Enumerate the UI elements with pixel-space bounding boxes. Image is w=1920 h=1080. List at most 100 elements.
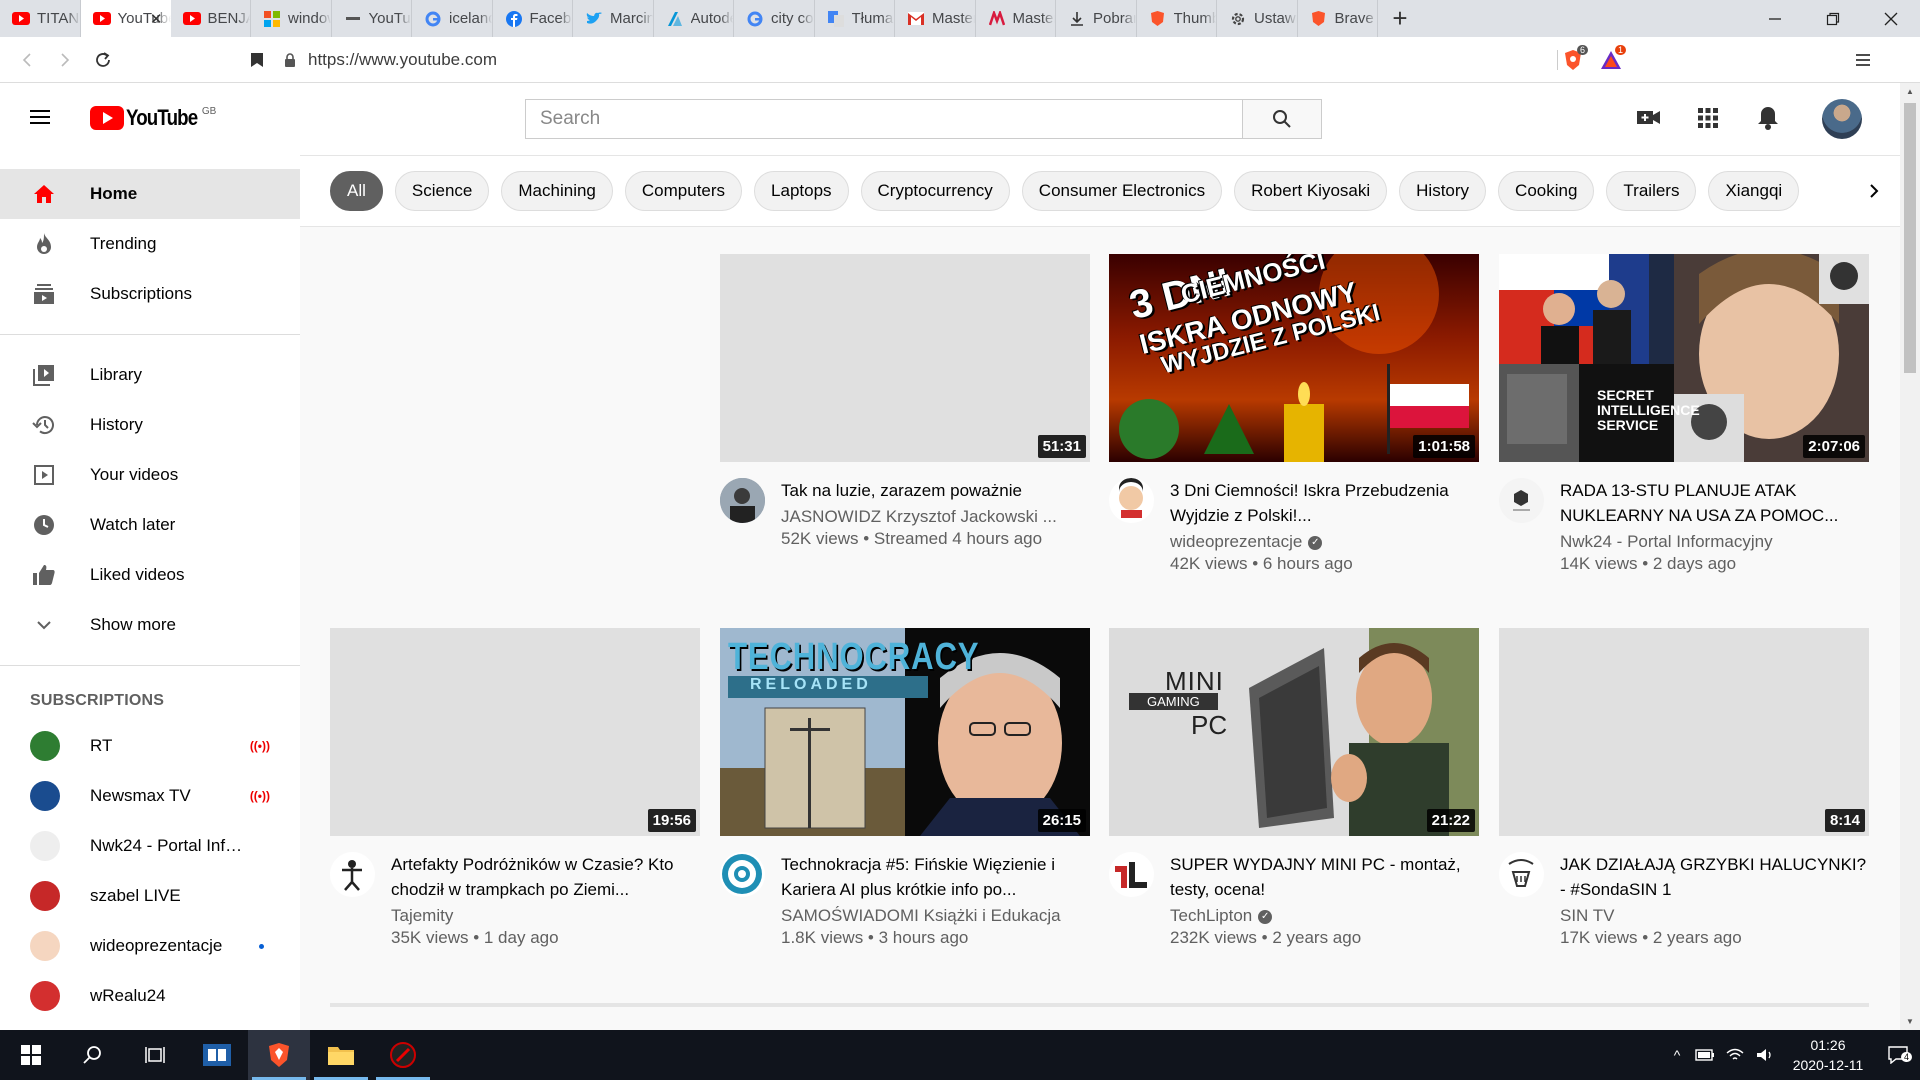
sidebar-item-liked-videos[interactable]: Liked videos	[0, 550, 300, 600]
action-center-button[interactable]: 4	[1876, 1046, 1920, 1064]
sidebar-item-library[interactable]: Library	[0, 350, 300, 400]
taskbar-app-store[interactable]	[186, 1030, 248, 1080]
subscription-item[interactable]: wRealu24	[0, 971, 300, 1021]
close-tab-icon[interactable]: ✕	[150, 10, 163, 28]
chip-xiangqi[interactable]: Xiangqi	[1708, 171, 1800, 211]
subscription-item[interactable]: szabel LIVE	[0, 871, 300, 921]
scroll-up-icon[interactable]: ▲	[1906, 87, 1914, 96]
channel-name[interactable]: wideoprezentacje ✓	[1170, 532, 1470, 552]
video-card[interactable]: MINI GAMING PC 21:22 SUPER WYDAJNY MINI …	[1109, 628, 1479, 948]
subscription-item[interactable]: Newsmax TV ((•))	[0, 771, 300, 821]
brave-shields-icon[interactable]: 6	[1558, 45, 1588, 75]
create-video-icon[interactable]	[1636, 105, 1662, 129]
chip-consumer-electronics[interactable]: Consumer Electronics	[1021, 171, 1223, 211]
video-title[interactable]: 3 Dni Ciemności! Iskra Przebudzenia Wyjd…	[1170, 478, 1479, 528]
chip-laptops[interactable]: Laptops	[754, 171, 849, 211]
brave-rewards-icon[interactable]: 1	[1596, 45, 1626, 75]
start-button[interactable]	[0, 1030, 62, 1080]
subscription-item[interactable]: wideoprezentacje	[0, 921, 300, 971]
video-card[interactable]: SECRET INTELLIGENCE SERVICE 2:07:06 RADA…	[1499, 254, 1869, 574]
taskbar-brave[interactable]	[248, 1030, 310, 1080]
video-title[interactable]: Tak na luzie, zarazem poważnie	[781, 478, 1081, 503]
scroll-down-icon[interactable]: ▼	[1906, 1017, 1914, 1026]
notifications-bell-icon[interactable]	[1756, 105, 1780, 131]
browser-tab[interactable]: YouTube✕	[80, 0, 171, 37]
video-title[interactable]: RADA 13-STU PLANUJE ATAK NUKLEARNY NA US…	[1560, 478, 1869, 528]
chip-history[interactable]: History	[1399, 171, 1487, 211]
video-thumbnail[interactable]: SECRET INTELLIGENCE SERVICE 2:07:06	[1499, 254, 1869, 462]
channel-name[interactable]: SAMOŚWIADOMI Książki i Edukacja	[781, 906, 1081, 926]
scrollbar-thumb[interactable]	[1904, 103, 1916, 373]
chip-computers[interactable]: Computers	[624, 171, 743, 211]
chip-robert-kiyosaki[interactable]: Robert Kiyosaki	[1234, 171, 1388, 211]
new-tab-button[interactable]: +	[1378, 0, 1422, 37]
taskbar-clock[interactable]: 01:26 2020-12-11	[1780, 1035, 1876, 1075]
channel-avatar[interactable]	[1109, 852, 1154, 897]
video-thumbnail[interactable]: TECHNOCRACY RELOADED 26:15	[720, 628, 1090, 836]
browser-tab[interactable]: Brave R	[1298, 0, 1378, 37]
channel-avatar[interactable]	[330, 852, 375, 897]
browser-tab[interactable]: BENJAMIN	[171, 0, 251, 37]
taskbar-app-red[interactable]	[372, 1030, 434, 1080]
video-thumbnail[interactable]: 3 DNI CIEMNOŚCI ISKRA ODNOWY WYJDZIE Z P…	[1109, 254, 1479, 462]
video-card[interactable]: 51:31 Tak na luzie, zarazem poważnie JAS…	[720, 254, 1090, 549]
battery-icon[interactable]	[1690, 1049, 1720, 1061]
channel-avatar[interactable]	[1499, 852, 1544, 897]
volume-icon[interactable]	[1750, 1048, 1780, 1062]
video-title[interactable]: Artefakty Podróżników w Czasie? Kto chod…	[391, 852, 700, 902]
video-thumbnail[interactable]: 8:14	[1499, 628, 1869, 836]
browser-menu-icon[interactable]	[1848, 45, 1878, 75]
minimize-button[interactable]	[1746, 0, 1804, 37]
wifi-icon[interactable]	[1720, 1048, 1750, 1062]
bookmark-icon[interactable]	[238, 41, 276, 79]
sidebar-item-trending[interactable]: Trending	[0, 219, 300, 269]
taskbar-file-explorer[interactable]	[310, 1030, 372, 1080]
video-thumbnail[interactable]: 19:56	[330, 628, 700, 836]
guide-menu-icon[interactable]	[28, 105, 52, 129]
sidebar-item-history[interactable]: History	[0, 400, 300, 450]
channel-avatar[interactable]	[720, 478, 765, 523]
browser-tab[interactable]: iceland	[412, 0, 493, 37]
user-avatar[interactable]	[1822, 99, 1862, 139]
search-button[interactable]	[1242, 99, 1322, 139]
chip-cooking[interactable]: Cooking	[1498, 171, 1595, 211]
video-title[interactable]: SUPER WYDAJNY MINI PC - montaż, testy, o…	[1170, 852, 1479, 902]
reload-button[interactable]	[84, 41, 122, 79]
sidebar-item-watch-later[interactable]: Watch later	[0, 500, 300, 550]
video-card[interactable]: TECHNOCRACY RELOADED 26:15 Technokracja …	[720, 628, 1090, 948]
subscription-item[interactable]: RT ((•))	[0, 721, 300, 771]
restore-button[interactable]	[1804, 0, 1862, 37]
browser-tab[interactable]: Pobrane	[1056, 0, 1137, 37]
task-view-button[interactable]	[124, 1030, 186, 1080]
video-title[interactable]: Technokracja #5: Fińskie Więzienie i Kar…	[781, 852, 1090, 902]
channel-name[interactable]: SIN TV	[1560, 906, 1860, 926]
chip-science[interactable]: Science	[394, 171, 490, 211]
channel-avatar[interactable]	[1109, 478, 1154, 523]
close-window-button[interactable]	[1862, 0, 1920, 37]
browser-tab[interactable]: Marcin	[573, 0, 654, 37]
youtube-logo[interactable]: YouTube GB	[90, 105, 216, 131]
browser-tab[interactable]: Ustawie	[1217, 0, 1298, 37]
channel-name[interactable]: Nwk24 - Portal Informacyjny	[1560, 532, 1860, 552]
subscription-item[interactable]: Nwk24 - Portal Informacyjny	[0, 821, 300, 871]
apps-grid-icon[interactable]	[1697, 107, 1719, 129]
browser-tab[interactable]: city coll	[734, 0, 815, 37]
browser-tab[interactable]: Facebook	[493, 0, 573, 37]
video-card[interactable]: 8:14 JAK DZIAŁAJĄ GRZYBKI HALUCYNKI? - #…	[1499, 628, 1869, 948]
channel-name[interactable]: TechLipton ✓	[1170, 906, 1470, 926]
channel-name[interactable]: JASNOWIDZ Krzysztof Jackowski ...	[781, 507, 1081, 527]
sidebar-item-subscriptions[interactable]: Subscriptions	[0, 269, 300, 319]
video-thumbnail[interactable]: 51:31	[720, 254, 1090, 462]
search-taskbar-button[interactable]	[62, 1030, 124, 1080]
browser-tab[interactable]: YouTube	[332, 0, 412, 37]
search-input[interactable]	[525, 99, 1242, 139]
sidebar-item-show-more[interactable]: Show more	[0, 600, 300, 650]
browser-tab[interactable]: Master	[976, 0, 1056, 37]
chip-machining[interactable]: Machining	[501, 171, 613, 211]
browser-tab[interactable]: Autodesk	[654, 0, 734, 37]
tray-expand-icon[interactable]: ^	[1664, 1047, 1690, 1063]
chip-trailers[interactable]: Trailers	[1606, 171, 1697, 211]
video-thumbnail[interactable]: MINI GAMING PC 21:22	[1109, 628, 1479, 836]
browser-tab[interactable]: Thumb	[1137, 0, 1217, 37]
forward-button[interactable]	[46, 41, 84, 79]
